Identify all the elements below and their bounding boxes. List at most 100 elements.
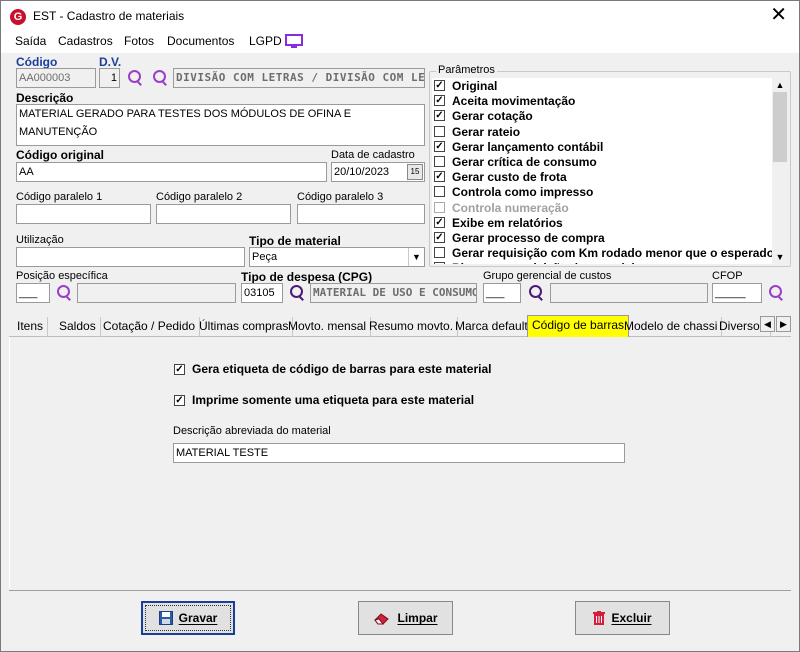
scroll-thumb[interactable] — [773, 92, 787, 162]
data-cadastro-label: Data de cadastro — [331, 149, 415, 161]
param-item[interactable]: ✓ Gerar cotação — [432, 108, 772, 123]
codigo-paralelo-2-field[interactable] — [156, 204, 291, 224]
tipo-despesa-label: Tipo de despesa (CPG) — [241, 270, 373, 284]
tipo-despesa-code-field[interactable]: 03105 — [241, 283, 283, 303]
param-checkbox[interactable]: ✓ — [434, 140, 445, 152]
dv-field[interactable]: 1 — [99, 68, 120, 88]
search-divisao-icon[interactable] — [151, 69, 169, 87]
grupo-gerencial-label: Grupo gerencial de custos — [483, 270, 612, 282]
param-checkbox[interactable] — [434, 247, 445, 259]
tab-saldos[interactable]: Saldos — [55, 317, 101, 337]
tab-movto-mensal[interactable]: Movto. mensal — [284, 317, 372, 337]
param-checkbox[interactable]: ✓ — [434, 95, 445, 107]
descricao-abreviada-field[interactable]: MATERIAL TESTE — [173, 443, 625, 463]
limpar-button[interactable]: Limpar — [358, 601, 453, 635]
codigo-paralelo-3-label: Código paralelo 3 — [297, 191, 384, 203]
param-checkbox[interactable]: ✓ — [434, 231, 445, 243]
param-item[interactable]: Controla como impresso — [432, 184, 772, 199]
param-checkbox[interactable]: ✓ — [434, 171, 445, 183]
param-item[interactable]: ✓ Original — [432, 78, 772, 93]
param-item[interactable]: ✓ Exibe em relatórios — [432, 215, 772, 230]
param-checkbox[interactable]: ✓ — [434, 80, 445, 91]
codigo-paralelo-3-field[interactable] — [297, 204, 425, 224]
param-label: Bloquear requisição do material — [452, 261, 635, 264]
scroll-up-icon[interactable]: ▲ — [772, 78, 788, 92]
tab-next-icon[interactable]: ▶ — [776, 316, 791, 332]
param-checkbox[interactable] — [434, 201, 445, 213]
param-checkbox[interactable] — [434, 186, 445, 198]
param-item[interactable]: Gerar requisição com Km rodado menor que… — [432, 245, 772, 260]
search-despesa-icon[interactable] — [288, 284, 306, 302]
trash-icon — [593, 611, 606, 625]
posicao-desc-field — [77, 283, 236, 303]
limpar-label: Limpar — [397, 611, 438, 625]
title-bar: G EST - Cadastro de materiais ✕ — [1, 1, 799, 31]
tipo-material-label: Tipo de material — [249, 234, 341, 248]
menu-lgpd[interactable]: LGPD — [249, 34, 282, 48]
gravar-button[interactable]: Gravar — [141, 601, 235, 635]
tab-resumo-movto[interactable]: Resumo movto. — [365, 317, 459, 337]
grupo-gerencial-field[interactable]: ___ — [483, 283, 521, 303]
chevron-down-icon[interactable]: ▼ — [408, 248, 424, 266]
param-item[interactable]: ✓ Gerar lançamento contábil — [432, 139, 772, 154]
tab-itens[interactable]: Itens — [13, 317, 49, 337]
tab-prev-icon[interactable]: ◀ — [760, 316, 775, 332]
param-item[interactable]: Gerar crítica de consumo — [432, 154, 772, 169]
gera-etiqueta-checkbox[interactable]: ✓ — [174, 364, 185, 375]
menu-saida[interactable]: Saída — [15, 34, 46, 48]
param-item[interactable]: ✓ Gerar processo de compra — [432, 230, 772, 245]
tab-cotacao-pedido[interactable]: Cotação / Pedido — [99, 317, 201, 337]
close-icon[interactable]: ✕ — [770, 4, 787, 26]
eraser-icon — [374, 613, 390, 625]
tab-marca-default[interactable]: Marca default — [451, 317, 533, 337]
posicao-label: Posição específica — [16, 270, 108, 282]
param-checkbox[interactable] — [434, 262, 445, 264]
menu-cadastros[interactable]: Cadastros — [58, 34, 113, 48]
param-checkbox[interactable] — [434, 155, 445, 167]
codigo-barras-panel: ✓ Gera etiqueta de código de barras para… — [9, 337, 791, 589]
data-cadastro-field[interactable]: 20/10/2023 15 — [331, 162, 425, 182]
scroll-down-icon[interactable]: ▼ — [772, 250, 788, 264]
tipo-material-select[interactable]: Peça ▼ — [249, 247, 425, 267]
menu-fotos[interactable]: Fotos — [124, 34, 154, 48]
codigo-field[interactable]: AA000003 — [16, 68, 96, 88]
excluir-button[interactable]: Excluir — [575, 601, 670, 635]
monitor-icon[interactable] — [285, 34, 303, 50]
param-item[interactable]: Bloquear requisição do material — [432, 260, 772, 264]
param-label: Original — [452, 79, 498, 93]
search-grupo-icon[interactable] — [527, 284, 545, 302]
utilizacao-field[interactable] — [16, 247, 245, 267]
gera-etiqueta-label: Gera etiqueta de código de barras para e… — [192, 362, 492, 376]
parametros-list: ✓ Original ✓ Aceita movimentação ✓ Gerar cota… — [432, 78, 772, 264]
codigo-paralelo-1-field[interactable] — [16, 204, 151, 224]
param-checkbox[interactable] — [434, 125, 445, 137]
grupo-desc-field — [550, 283, 708, 303]
cfop-field[interactable]: _____ — [712, 283, 762, 303]
divisao-field[interactable]: DIVISÃO COM LETRAS / DIVISÃO COM LETRAS — [173, 68, 425, 88]
descricao-field[interactable]: MATERIAL GERADO PARA TESTES DOS MÓDULOS … — [16, 104, 425, 146]
cfop-label: CFOP — [712, 270, 743, 282]
param-label: Gerar rateio — [452, 124, 521, 139]
app-logo-icon: G — [10, 9, 26, 25]
param-item[interactable]: Controla numeração — [432, 200, 772, 215]
tab-modelo-chassi[interactable]: Modelo de chassi — [620, 317, 723, 337]
parametros-scrollbar[interactable]: ▲ ▼ — [772, 78, 788, 264]
param-item[interactable]: Gerar rateio — [432, 124, 772, 139]
data-cadastro-value: 20/10/2023 — [334, 166, 390, 178]
calendar-icon[interactable]: 15 — [407, 164, 423, 180]
imprime-checkbox[interactable]: ✓ — [174, 395, 185, 406]
tab-codigo-barras[interactable]: Código de barras — [527, 315, 630, 337]
search-posicao-icon[interactable] — [55, 284, 73, 302]
codigo-original-field[interactable]: AA — [16, 162, 327, 182]
menu-documentos[interactable]: Documentos — [167, 34, 234, 48]
action-bar: Gravar Limpar Excluir — [9, 590, 791, 645]
param-checkbox[interactable]: ✓ — [434, 216, 445, 228]
search-icon[interactable] — [126, 69, 144, 87]
posicao-field[interactable]: ___ — [16, 283, 50, 303]
imprime-label: Imprime somente uma etiqueta para este m… — [192, 393, 475, 407]
param-item[interactable]: ✓ Aceita movimentação — [432, 93, 772, 108]
tab-ultimas-compras[interactable]: Últimas compras — [195, 317, 294, 337]
param-item[interactable]: ✓ Gerar custo de frota — [432, 169, 772, 184]
param-checkbox[interactable]: ✓ — [434, 110, 445, 122]
search-cfop-icon[interactable] — [767, 284, 785, 302]
